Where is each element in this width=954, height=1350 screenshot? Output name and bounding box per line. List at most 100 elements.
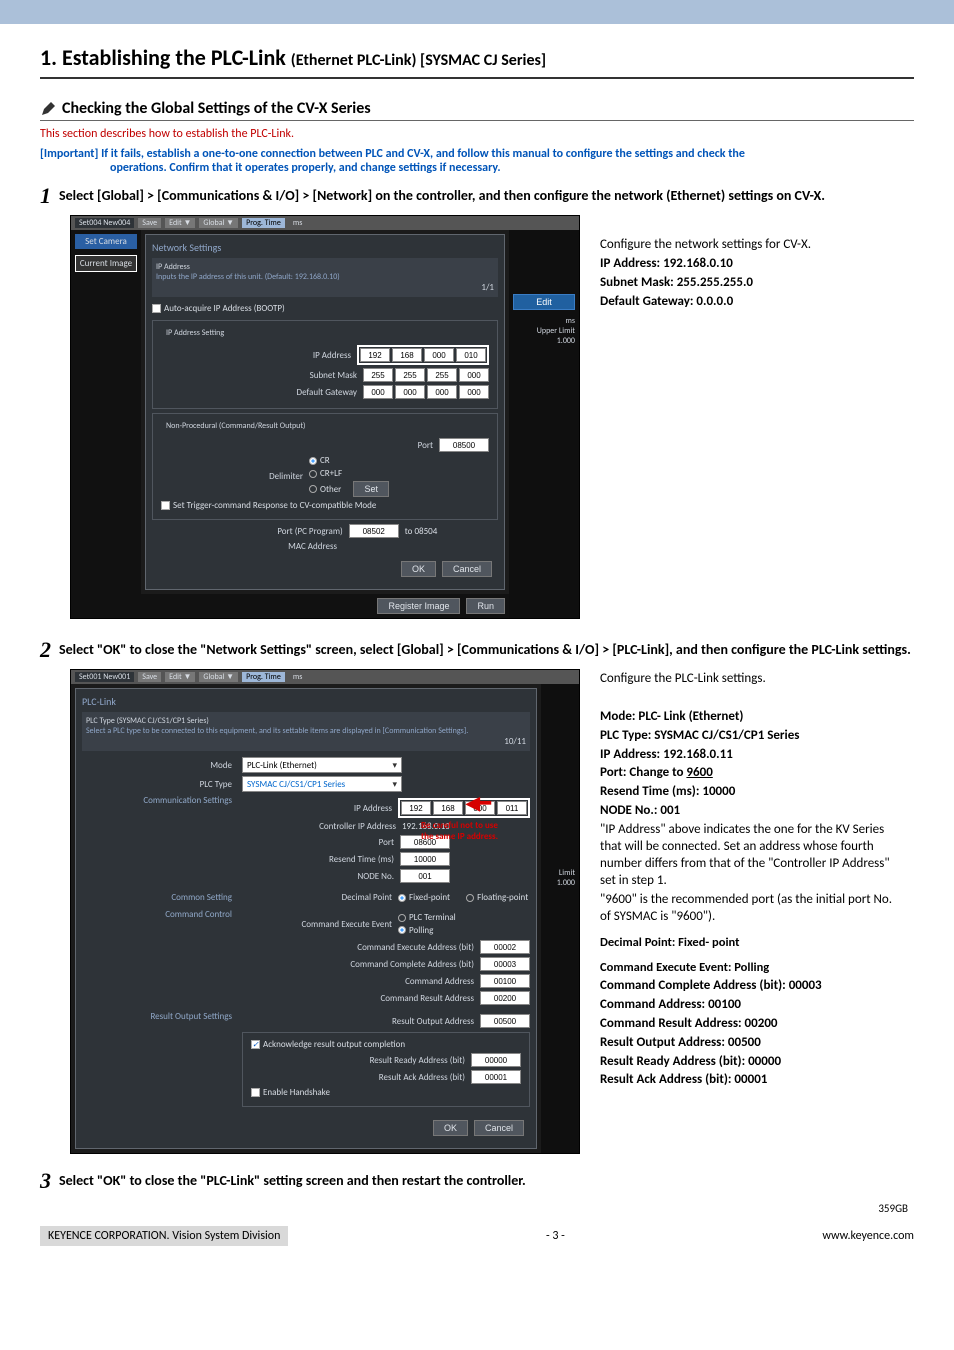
note-caddr: Command Complete Address (bit): 00003	[600, 978, 822, 993]
screenshot-network-settings: Set004 New004 Save Edit ▼ Global ▼ Prog.…	[70, 215, 580, 619]
resend-time-input[interactable]	[400, 852, 450, 866]
setting-name: Set004 New004	[75, 218, 134, 228]
note-ip: IP Address: 192.168.0.10	[600, 256, 870, 273]
plc-type-hint: Select a PLC type to be connected to thi…	[86, 726, 526, 736]
upper-limit-label: Upper Limit	[513, 326, 575, 336]
note-resend: Resend Time (ms): 10000	[600, 784, 735, 799]
ack-result-checkbox[interactable]: ✓Acknowledge result output completion	[251, 1039, 405, 1050]
step-text: Select [Global] > [Communications & I/O]…	[59, 185, 914, 204]
cancel-button[interactable]: Cancel	[442, 561, 492, 577]
gw-oct2[interactable]	[395, 385, 425, 399]
floating-point-radio[interactable]: Floating-point	[466, 892, 528, 903]
mask-oct3[interactable]	[427, 368, 457, 382]
edit-side-button[interactable]: Edit	[513, 294, 575, 310]
set-trigger-checkbox[interactable]: Set Trigger-command Response to CV-compa…	[161, 500, 376, 511]
note-rrdy: Result Ready Address (bit): 00000	[600, 1054, 781, 1069]
ip-oct2[interactable]	[392, 348, 422, 362]
mask-oct1[interactable]	[363, 368, 393, 382]
right-sidebar: Edit ms Upper Limit 1.000	[509, 230, 579, 618]
result-ready-input[interactable]	[471, 1053, 521, 1067]
port-label: Port	[303, 440, 433, 451]
important-line1: [Important] If it fails, establish a one…	[40, 147, 745, 161]
page-number: - 3 -	[546, 1229, 565, 1243]
gw-oct4[interactable]	[459, 385, 489, 399]
delimiter-label: Delimiter	[173, 471, 303, 482]
plc-terminal-radio[interactable]: PLC Terminal	[398, 912, 456, 923]
execute-address-input[interactable]	[480, 940, 530, 954]
upper-limit-value: 1.000	[513, 336, 575, 346]
red-arrow-icon: ◀━	[466, 792, 491, 814]
note-intro: Configure the PLC-Link settings.	[600, 671, 900, 688]
nonprocedural-group: Non-Procedural (Command/Result Output)	[163, 421, 308, 431]
note-rack: Result Ack Address (bit): 00001	[600, 1072, 767, 1087]
delim-crlf-radio[interactable]: CR+LF	[309, 468, 342, 479]
ip-setting-group: IP Address Setting	[163, 328, 227, 338]
ip-oct4[interactable]	[456, 348, 486, 362]
ip-oct1[interactable]	[360, 348, 390, 362]
note-dp: Decimal Point: Fixed- point	[600, 935, 900, 951]
port-input[interactable]	[439, 438, 489, 452]
gw-oct3[interactable]	[427, 385, 457, 399]
node-no-input[interactable]	[400, 869, 450, 883]
mask-oct4[interactable]	[459, 368, 489, 382]
note-plctype: PLC Type: SYSMAC CJ/CS1/CP1 Series	[600, 728, 799, 743]
common-setting-label: Common Setting	[82, 892, 232, 903]
note-resaddr: Command Result Address: 00200	[600, 1016, 778, 1031]
result-address-input[interactable]	[480, 991, 530, 1005]
command-address-input[interactable]	[480, 974, 530, 988]
ok-button[interactable]: OK	[401, 561, 436, 577]
polling-radio[interactable]: Polling	[398, 925, 433, 936]
run-button[interactable]: Run	[466, 598, 505, 614]
edit-menu[interactable]: Edit ▼	[165, 218, 195, 228]
ip-oct3[interactable]	[424, 348, 454, 362]
plc-ip-oct1[interactable]	[401, 801, 431, 815]
auto-acquire-checkbox[interactable]: Auto-acquire IP Address (BOOTP)	[152, 303, 285, 314]
note-gw: Default Gateway: 0.0.0.0	[600, 294, 870, 311]
plc-ip-oct4[interactable]	[497, 801, 527, 815]
execute-event-label: Command Execute Event	[242, 919, 392, 930]
plc-ip-oct2[interactable]	[433, 801, 463, 815]
set-button[interactable]: Set	[353, 481, 389, 497]
save-button[interactable]: Save	[138, 672, 161, 682]
command-address-label: Command Address	[324, 976, 474, 987]
step-number: 3	[40, 1170, 51, 1192]
global-menu[interactable]: Global ▼	[199, 218, 238, 228]
save-button[interactable]: Save	[138, 218, 161, 228]
cancel-button[interactable]: Cancel	[474, 1120, 524, 1136]
note-intro: Configure the network settings for CV-X.	[600, 237, 870, 254]
section-subtitle: Checking the Global Settings of the CV-X…	[62, 99, 371, 118]
edit-menu[interactable]: Edit ▼	[165, 672, 195, 682]
note-node: NODE No.: 001	[600, 803, 680, 818]
communication-settings-label: Communication Settings	[82, 795, 232, 806]
register-image-button[interactable]: Register Image	[377, 598, 460, 614]
footer-url: www.keyence.com	[822, 1229, 914, 1243]
delim-cr-radio[interactable]: CR	[309, 455, 330, 466]
command-control-label: Command Control	[82, 909, 232, 920]
auto-acquire-label: Auto-acquire IP Address (BOOTP)	[164, 303, 285, 314]
mask-oct2[interactable]	[395, 368, 425, 382]
enable-handshake-checkbox[interactable]: Enable Handshake	[251, 1087, 330, 1098]
result-ack-input[interactable]	[471, 1070, 521, 1084]
gw-oct1[interactable]	[363, 385, 393, 399]
section-desc: This section describes how to establish …	[40, 127, 914, 141]
set-camera-button[interactable]: Set Camera	[75, 234, 137, 249]
result-output-address-input[interactable]	[480, 1014, 530, 1028]
node-no-label: NODE No.	[244, 871, 394, 882]
fixed-point-radio[interactable]: Fixed-point	[398, 892, 450, 903]
complete-address-input[interactable]	[480, 957, 530, 971]
result-output-settings-label: Result Output Settings	[82, 1011, 232, 1022]
delim-other-radio[interactable]: Other Set	[309, 481, 389, 497]
ok-button[interactable]: OK	[433, 1120, 468, 1136]
global-menu[interactable]: Global ▼	[199, 672, 238, 682]
right-sidebar: Limit 1.000	[541, 684, 579, 1153]
doc-code: 359GB	[878, 1202, 908, 1215]
note-para2: "9600" is the recommended port (as the i…	[600, 892, 900, 926]
port-pc-input[interactable]	[349, 524, 399, 538]
page-counter: 1/1	[156, 282, 494, 293]
page-footer: KEYENCE CORPORATION. Vision System Divis…	[0, 1216, 954, 1266]
limit-label: Limit	[545, 868, 575, 878]
plc-type-select[interactable]: SYSMAC CJ/CS1/CP1 Series	[242, 776, 402, 792]
current-image-tab[interactable]: Current Image	[75, 255, 137, 272]
note-para1: "IP Address" above indicates the one for…	[600, 822, 900, 890]
mode-select[interactable]: PLC-Link (Ethernet)	[242, 757, 402, 773]
